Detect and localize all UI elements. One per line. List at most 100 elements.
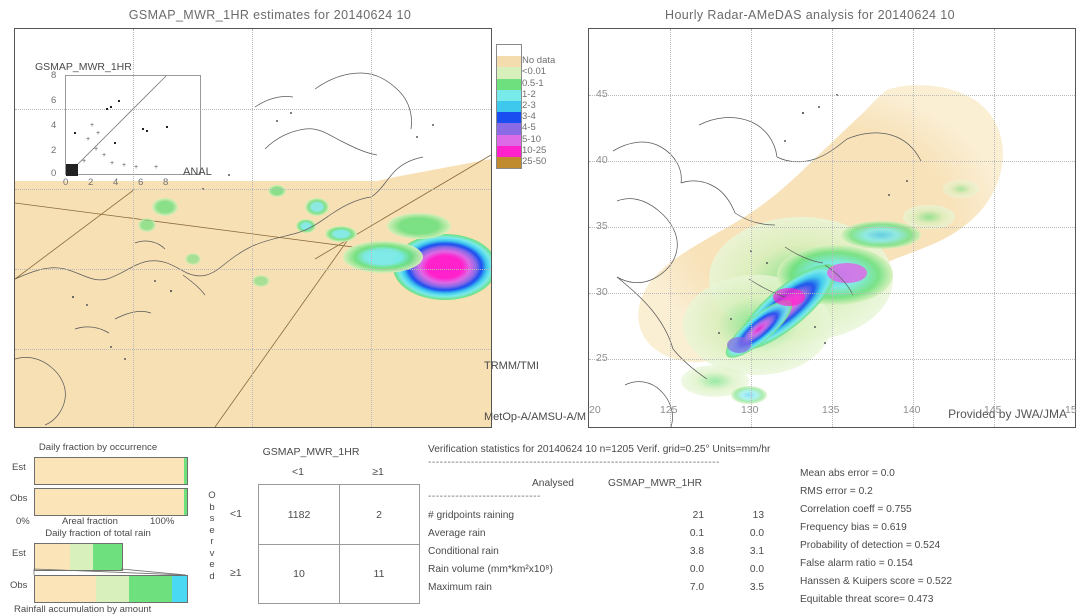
left-map-panel: GSMAP_MWR_1HR estimates for 20140624 10 bbox=[0, 0, 586, 436]
stats-row: # gridpoints raining 21 13 bbox=[428, 510, 788, 528]
stats-row-label: Maximum rain bbox=[428, 582, 492, 593]
grid-line bbox=[15, 349, 491, 350]
inset-axes: + + + + + + + + + + bbox=[65, 75, 201, 176]
col-header-lt1: <1 bbox=[292, 466, 304, 478]
grid-line bbox=[15, 269, 491, 270]
scatter-point: + bbox=[94, 146, 99, 153]
scatter-point: + bbox=[110, 160, 115, 167]
colorbar-swatch bbox=[496, 89, 522, 101]
bar-obs bbox=[34, 575, 188, 603]
bar-segment bbox=[184, 489, 187, 515]
map-credit: Provided by JWA/JMA bbox=[948, 407, 1067, 421]
inset-y-tick: 8 bbox=[51, 70, 57, 81]
bar-segment bbox=[184, 458, 187, 484]
colorbar-swatch bbox=[496, 112, 522, 124]
inset-x-tick: 2 bbox=[88, 177, 94, 188]
grid-line bbox=[913, 29, 914, 427]
bar-label-obs: Obs bbox=[10, 580, 28, 591]
observed-letter: e bbox=[209, 524, 215, 536]
scatter-inset: GSMAP_MWR_1HR + + + + + + + + + + 8 6 4 … bbox=[35, 61, 203, 193]
stats-subdivider: ----------------------------- bbox=[428, 491, 541, 502]
bar-obs bbox=[34, 488, 188, 516]
stats-row-label: Conditional rain bbox=[428, 546, 499, 557]
colorbar bbox=[496, 44, 522, 170]
y-axis-tick: 45 bbox=[596, 88, 608, 100]
chart-title: Daily fraction of total rain bbox=[45, 528, 151, 539]
bar-segment bbox=[129, 576, 172, 602]
right-map[interactable]: Provided by JWA/JMA bbox=[588, 28, 1076, 428]
stats-row: Rain volume (mm*km²x10⁸) 0.0 0.0 bbox=[428, 564, 788, 582]
stats-row-estimate: 13 bbox=[752, 510, 764, 521]
occurrence-bar-chart: Daily fraction by occurrence Est Obs 0% … bbox=[0, 440, 196, 527]
observed-letter: O bbox=[208, 490, 216, 501]
stats-metric: Probability of detection = 0.524 bbox=[800, 540, 941, 551]
bar-segment bbox=[35, 544, 71, 570]
y-axis-tick: 35 bbox=[596, 220, 608, 232]
x-axis-tick: 125 bbox=[660, 404, 678, 416]
observed-letter: s bbox=[209, 513, 215, 524]
right-map-panel: Hourly Radar-AMeDAS analysis for 2014062… bbox=[540, 0, 1080, 436]
scatter-point bbox=[114, 142, 116, 144]
scatter-point: + bbox=[122, 162, 127, 169]
axis-label: Areal fraction bbox=[62, 516, 118, 527]
bar-label-est: Est bbox=[12, 548, 26, 559]
bar-est bbox=[34, 543, 123, 571]
table-cell-miss: 10 bbox=[293, 567, 305, 580]
scatter-point: + bbox=[102, 152, 107, 159]
bar-segment bbox=[70, 544, 93, 570]
table-grid: 1182 2 10 11 bbox=[258, 484, 420, 604]
colorbar-swatch bbox=[496, 156, 522, 170]
x-axis-tick: 145 bbox=[984, 404, 1002, 416]
bar-segment bbox=[35, 576, 96, 602]
left-map[interactable]: GSMAP_MWR_1HR + + + + + + + + + + 8 6 4 … bbox=[14, 28, 492, 428]
chart-title: Daily fraction by occurrence bbox=[38, 442, 158, 453]
colorbar-swatch bbox=[496, 56, 522, 68]
observed-letter: b bbox=[209, 501, 215, 513]
x-axis-tick: 15 bbox=[1065, 404, 1077, 416]
bar-segment bbox=[35, 489, 185, 515]
stats-metric: RMS error = 0.2 bbox=[800, 486, 873, 497]
stats-header: Verification statistics for 20140624 10 … bbox=[428, 444, 771, 455]
stats-row-label: # gridpoints raining bbox=[428, 510, 515, 521]
scatter-point bbox=[74, 132, 76, 134]
colorbar-swatch bbox=[496, 67, 522, 79]
grid-line bbox=[589, 161, 1075, 162]
scatter-point bbox=[118, 100, 120, 102]
x-axis-tick: 130 bbox=[741, 404, 759, 416]
row-header-ge1: ≥1 bbox=[230, 567, 242, 579]
left-panel-title: GSMAP_MWR_1HR estimates for 20140624 10 bbox=[128, 8, 412, 22]
stats-row-analysed: 21 bbox=[692, 510, 704, 521]
x-axis-tick: 135 bbox=[822, 404, 840, 416]
stats-row-analysed: 0.0 bbox=[689, 564, 704, 575]
inset-x-tick: 0 bbox=[63, 177, 69, 188]
colorbar-swatch bbox=[496, 134, 522, 146]
stats-row: Conditional rain 3.8 3.1 bbox=[428, 546, 788, 564]
inset-x-tick: 6 bbox=[138, 177, 144, 188]
stats-divider: ----------------------------------------… bbox=[428, 457, 720, 468]
axis-max-label: 100% bbox=[150, 516, 175, 527]
scatter-point: + bbox=[154, 164, 159, 171]
scatter-point bbox=[106, 108, 108, 110]
scatter-point bbox=[142, 128, 144, 130]
table-cell-hits: 1182 bbox=[287, 508, 311, 521]
scatter-point bbox=[146, 130, 148, 132]
table-cell-correct: 11 bbox=[373, 567, 385, 580]
grid-line bbox=[994, 29, 995, 427]
observed-letter: e bbox=[209, 559, 215, 570]
stats-metric: Mean abs error = 0.0 bbox=[800, 468, 895, 479]
inset-x-tick: 8 bbox=[163, 177, 169, 188]
scatter-point: + bbox=[82, 158, 87, 165]
grid-line bbox=[589, 359, 1075, 360]
inset-label: GSMAP_MWR_1HR bbox=[35, 61, 132, 73]
contingency-table: GSMAP_MWR_1HR <1 ≥1 Observed <1 ≥1 1182 … bbox=[200, 446, 422, 612]
stats-row-estimate: 0.0 bbox=[749, 564, 764, 575]
right-panel-title: Hourly Radar-AMeDAS analysis for 2014062… bbox=[665, 8, 955, 22]
col-header-estimate: GSMAP_MWR_1HR bbox=[608, 478, 702, 489]
bar-est bbox=[34, 457, 188, 485]
scatter-point: + bbox=[134, 164, 139, 171]
x-axis-tick: 140 bbox=[903, 404, 921, 416]
stats-row-estimate: 3.1 bbox=[749, 546, 764, 557]
inset-y-tick: 6 bbox=[51, 95, 57, 106]
y-axis-tick: 30 bbox=[596, 286, 608, 298]
inset-y-tick: 0 bbox=[51, 168, 57, 179]
